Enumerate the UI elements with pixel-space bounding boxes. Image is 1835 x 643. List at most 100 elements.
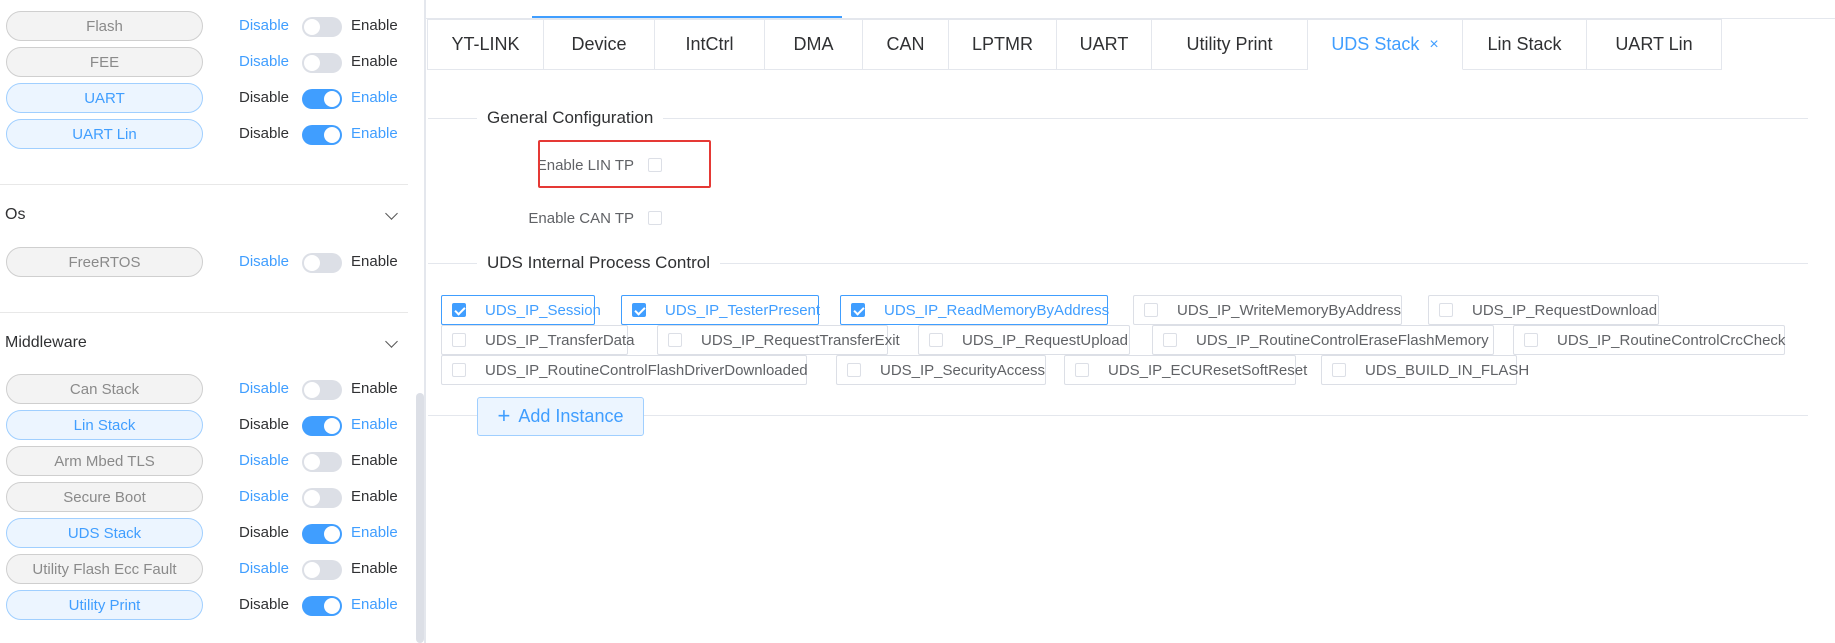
uds-ip-ecu-reset-soft-reset-checkbox[interactable]: UDS_IP_ECUResetSoftReset [1064, 355, 1307, 385]
uds-ip-routine-control-erase-flash-memory-checkbox[interactable]: UDS_IP_RoutineControlEraseFlashMemory [1152, 325, 1494, 355]
module-pill[interactable]: Arm Mbed TLS [6, 446, 203, 476]
tab-uart[interactable]: UART [1057, 19, 1152, 70]
enable-label[interactable]: Enable [351, 488, 398, 505]
enable-label[interactable]: Enable [351, 125, 398, 142]
module-toggle[interactable] [302, 380, 342, 400]
module-toggle[interactable] [302, 488, 342, 508]
section-title: Os [5, 206, 26, 223]
uds-ip-session-checkbox[interactable]: UDS_IP_Session [441, 295, 601, 325]
module-pill[interactable]: Lin Stack [6, 410, 203, 440]
tab-intctrl[interactable]: IntCtrl [655, 19, 765, 70]
module-pill[interactable]: Can Stack [6, 374, 203, 404]
module-toggle[interactable] [302, 452, 342, 472]
module-pill[interactable]: Secure Boot [6, 482, 203, 512]
sidebar-scrollbar[interactable] [416, 393, 424, 643]
tab-label: LPTMR [971, 34, 1033, 54]
disable-label[interactable]: Disable [239, 524, 289, 541]
tab-uds-stack[interactable]: UDS Stack × [1308, 19, 1463, 70]
module-toggle[interactable] [302, 560, 342, 580]
module-pill[interactable]: FreeRTOS [6, 247, 203, 277]
section-title: Middleware [5, 334, 87, 351]
uds-ip-security-access-checkbox[interactable]: UDS_IP_SecurityAccess [836, 355, 1046, 385]
close-icon[interactable]: × [1429, 36, 1438, 54]
module-row-uart: UART Disable Enable [6, 81, 406, 113]
disable-label[interactable]: Disable [239, 17, 289, 34]
chip-label: UDS_IP_WriteMemoryByAddress [1177, 301, 1401, 319]
module-row-uds-stack: UDS Stack Disable Enable [6, 516, 406, 548]
uds-build-in-flash-checkbox[interactable]: UDS_BUILD_IN_FLASH [1321, 355, 1529, 385]
disable-label[interactable]: Disable [239, 89, 289, 106]
checkbox-icon [1439, 303, 1453, 317]
tab-dma[interactable]: DMA [765, 19, 863, 70]
uds-ip-routine-control-flash-driver-downloaded-checkbox[interactable]: UDS_IP_RoutineControlFlashDriverDownload… [441, 355, 808, 385]
enable-label[interactable]: Enable [351, 416, 398, 433]
chip-label: UDS_IP_Session [485, 301, 601, 319]
module-pill[interactable]: UART Lin [6, 119, 203, 149]
enable-label[interactable]: Enable [351, 53, 398, 70]
section-header-os[interactable]: Os [5, 200, 405, 230]
chevron-down-icon[interactable] [385, 208, 399, 222]
enable-can-tp-checkbox[interactable] [648, 211, 662, 225]
enable-label[interactable]: Enable [351, 253, 398, 270]
add-instance-button[interactable]: + Add Instance [477, 397, 644, 436]
disable-label[interactable]: Disable [239, 596, 289, 613]
disable-label[interactable]: Disable [239, 253, 289, 270]
module-pill[interactable]: UDS Stack [6, 518, 203, 548]
uds-ip-routine-control-crc-check-checkbox[interactable]: UDS_IP_RoutineControlCrcCheck [1513, 325, 1785, 355]
enable-label[interactable]: Enable [351, 17, 398, 34]
module-row-can-stack: Can Stack Disable Enable [6, 372, 406, 404]
uds-ip-request-transfer-exit-checkbox[interactable]: UDS_IP_RequestTransferExit [657, 325, 900, 355]
uds-ip-request-upload-checkbox[interactable]: UDS_IP_RequestUpload [918, 325, 1130, 355]
module-pill[interactable]: Utility Print [6, 590, 203, 620]
module-toggle[interactable] [302, 53, 342, 73]
module-toggle[interactable] [302, 524, 342, 544]
uds-ip-read-memory-by-address-checkbox[interactable]: UDS_IP_ReadMemoryByAddress [840, 295, 1109, 325]
uds-ip-request-download-checkbox[interactable]: UDS_IP_RequestDownload [1428, 295, 1659, 325]
uds-ip-tester-present-checkbox[interactable]: UDS_IP_TesterPresent [621, 295, 820, 325]
disable-label[interactable]: Disable [239, 452, 289, 469]
tab-label: YT-LINK [451, 34, 520, 54]
disable-label[interactable]: Disable [239, 125, 289, 142]
module-toggle[interactable] [302, 596, 342, 616]
checkbox-icon [851, 303, 865, 317]
module-toggle[interactable] [302, 17, 342, 37]
module-pill[interactable]: Utility Flash Ecc Fault [6, 554, 203, 584]
disable-label[interactable]: Disable [239, 380, 289, 397]
sidebar: Flash Disable Enable FEE Disable Enable … [0, 0, 424, 643]
module-pill[interactable]: Flash [6, 11, 203, 41]
tab-can[interactable]: CAN [863, 19, 949, 70]
module-toggle[interactable] [302, 89, 342, 109]
section-header-middleware[interactable]: Middleware [5, 328, 405, 358]
tab-uart-lin[interactable]: UART Lin [1587, 19, 1722, 70]
tab-utility-print[interactable]: Utility Print [1152, 19, 1308, 70]
tab-device[interactable]: Device [544, 19, 655, 70]
chevron-down-icon[interactable] [385, 336, 399, 350]
enable-label[interactable]: Enable [351, 452, 398, 469]
tab-lptmr[interactable]: LPTMR [949, 19, 1057, 70]
module-toggle[interactable] [302, 253, 342, 273]
enable-label[interactable]: Enable [351, 89, 398, 106]
chip-label: UDS_IP_RoutineControlFlashDriverDownload… [485, 361, 808, 379]
enable-label[interactable]: Enable [351, 380, 398, 397]
disable-label[interactable]: Disable [239, 53, 289, 70]
module-row-flash: Flash Disable Enable [6, 9, 406, 41]
disable-label[interactable]: Disable [239, 416, 289, 433]
tab-label: UART Lin [1615, 34, 1693, 54]
checkbox-icon [1524, 333, 1538, 347]
module-toggle[interactable] [302, 125, 342, 145]
uds-ip-write-memory-by-address-checkbox[interactable]: UDS_IP_WriteMemoryByAddress [1133, 295, 1402, 325]
enable-label[interactable]: Enable [351, 524, 398, 541]
module-row-utility-flash-ecc-fault: Utility Flash Ecc Fault Disable Enable [6, 552, 406, 584]
uds-ip-transfer-data-checkbox[interactable]: UDS_IP_TransferData [441, 325, 635, 355]
tab-yt-link[interactable]: YT-LINK [427, 19, 544, 70]
enable-label[interactable]: Enable [351, 560, 398, 577]
enable-label[interactable]: Enable [351, 596, 398, 613]
tab-lin-stack[interactable]: Lin Stack [1463, 19, 1587, 70]
module-pill[interactable]: UART [6, 83, 203, 113]
disable-label[interactable]: Disable [239, 560, 289, 577]
module-row-fee: FEE Disable Enable [6, 45, 406, 77]
disable-label[interactable]: Disable [239, 488, 289, 505]
tab-label: UDS Stack [1331, 34, 1420, 54]
module-pill[interactable]: FEE [6, 47, 203, 77]
module-toggle[interactable] [302, 416, 342, 436]
